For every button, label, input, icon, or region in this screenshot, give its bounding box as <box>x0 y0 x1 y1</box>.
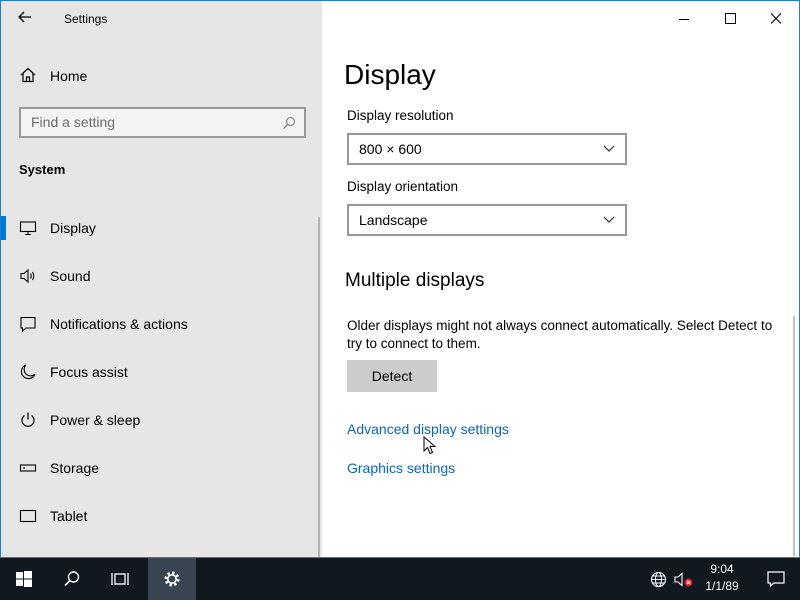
taskbar-search-button[interactable] <box>48 558 96 600</box>
search-input[interactable] <box>31 114 271 130</box>
speaker-icon <box>20 268 35 284</box>
resolution-label: Display resolution <box>347 108 454 123</box>
taskbar-clock[interactable]: 9:04 1/1/89 <box>696 561 748 595</box>
back-button[interactable] <box>17 9 39 29</box>
sidebar-item-display[interactable]: Display <box>1 204 322 252</box>
notification-icon <box>20 316 36 333</box>
search-icon <box>64 571 80 587</box>
detect-button[interactable]: Detect <box>347 360 437 392</box>
search-icon <box>283 116 296 129</box>
sidebar: Settings Home System Display <box>1 1 322 557</box>
tablet-icon <box>19 509 37 523</box>
sidebar-item-label: Tablet <box>50 508 88 524</box>
storage-icon <box>19 464 37 472</box>
sidebar-item-sound[interactable]: Sound <box>1 252 322 300</box>
sidebar-item-tablet[interactable]: Tablet <box>1 492 322 540</box>
monitor-icon <box>19 221 37 236</box>
windows-start-icon <box>16 571 32 587</box>
sidebar-item-label: Sound <box>50 268 91 284</box>
task-view-icon <box>111 573 129 585</box>
back-arrow-icon <box>18 11 31 23</box>
settings-taskbar-button[interactable] <box>148 558 196 600</box>
settings-gear-icon <box>164 571 180 587</box>
search-box[interactable] <box>19 107 306 138</box>
sidebar-item-label: Notifications & actions <box>50 316 188 332</box>
page-title: Display <box>344 59 436 90</box>
action-center-button[interactable] <box>752 558 800 600</box>
home-button[interactable]: Home <box>19 65 299 89</box>
clock-date: 1/1/89 <box>705 579 739 593</box>
sidebar-item-focus-assist[interactable]: Focus assist <box>1 348 322 396</box>
orientation-value: Landscape <box>359 212 428 228</box>
resolution-dropdown[interactable]: 800 × 600 <box>347 133 627 165</box>
graphics-settings-link[interactable]: Graphics settings <box>347 460 455 476</box>
network-button[interactable] <box>648 558 668 600</box>
multiple-displays-description: Older displays might not always connect … <box>347 318 773 351</box>
chevron-down-icon <box>603 216 615 223</box>
section-title: System <box>19 162 66 177</box>
network-globe-icon <box>650 571 667 588</box>
mouse-cursor-icon <box>423 436 437 455</box>
content-scrollbar[interactable] <box>793 316 795 556</box>
taskbar: 9:04 1/1/89 <box>0 558 800 600</box>
home-icon <box>20 67 36 83</box>
advanced-display-settings-link[interactable]: Advanced display settings <box>347 421 509 437</box>
action-center-icon <box>767 571 785 588</box>
sidebar-item-label: Power & sleep <box>50 412 141 428</box>
volume-button[interactable] <box>672 558 694 600</box>
sidebar-item-label: Focus assist <box>50 364 128 380</box>
task-view-button[interactable] <box>96 558 144 600</box>
title-bar: Settings <box>1 1 322 37</box>
sidebar-item-label: Storage <box>50 460 100 476</box>
multiple-displays-heading: Multiple displays <box>345 270 485 291</box>
chevron-down-icon <box>603 145 615 152</box>
sidebar-item-notifications[interactable]: Notifications & actions <box>1 300 322 348</box>
sidebar-item-label: Display <box>50 220 96 236</box>
sidebar-scrollbar[interactable] <box>318 217 320 557</box>
volume-muted-icon <box>674 572 693 587</box>
sidebar-item-power-sleep[interactable]: Power & sleep <box>1 396 322 444</box>
start-button[interactable] <box>0 558 48 600</box>
orientation-label: Display orientation <box>347 179 459 194</box>
sidebar-item-storage[interactable]: Storage <box>1 444 322 492</box>
power-icon <box>21 412 35 427</box>
orientation-dropdown[interactable]: Landscape <box>347 204 627 236</box>
resolution-value: 800 × 600 <box>359 141 422 157</box>
app-title: Settings <box>64 12 108 26</box>
moon-icon <box>20 364 36 380</box>
clock-time: 9:04 <box>710 562 734 576</box>
main-content: Display Display resolution 800 × 600 Dis… <box>322 1 799 557</box>
home-label: Home <box>50 68 88 84</box>
sidebar-nav: Display Sound Notifications & actions Fo… <box>1 204 322 540</box>
settings-window: Settings Home System Display <box>0 0 800 558</box>
